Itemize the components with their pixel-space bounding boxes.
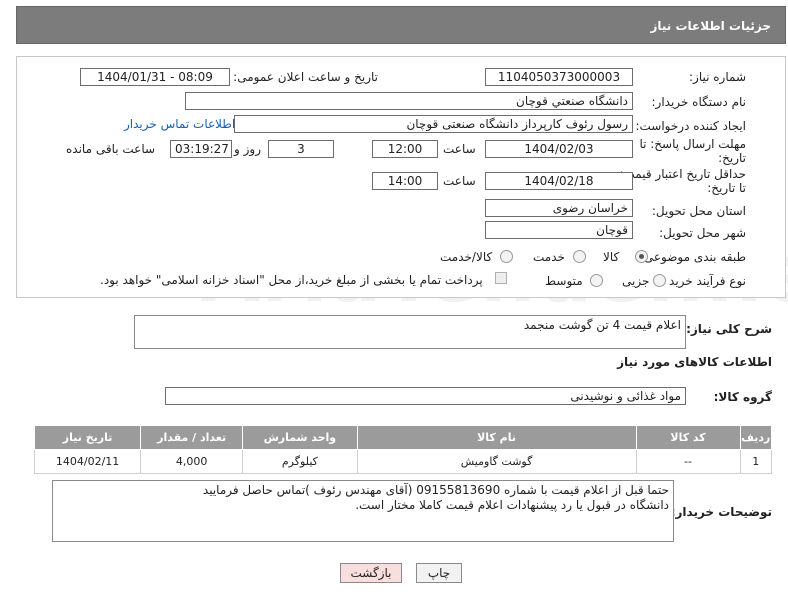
price-validity-label: حداقل تاریخ اعتبار قیمت: <box>619 167 746 181</box>
announce-date-field: 1404/01/31 - 08:09 <box>80 68 230 86</box>
remaining-time-label: ساعت باقی مانده <box>66 142 156 156</box>
days-label: روز و <box>234 142 261 156</box>
buyer-notes-label: توضیحات خریدار: <box>670 505 772 519</box>
need-number-field: 1104050373000003 <box>485 68 633 86</box>
category-label: طبقه بندی موضوعی: <box>639 250 746 264</box>
goods-group-label: گروه کالا: <box>713 390 772 404</box>
validity-date-field: 1404/02/18 <box>485 172 633 190</box>
col-header-goods-code: کد کالا <box>635 425 741 450</box>
process-partial-radio[interactable] <box>653 274 666 287</box>
col-header-goods-name: نام کالا <box>356 425 637 450</box>
announce-date-label: تاریخ و ساعت اعلان عمومی: <box>233 70 378 84</box>
validity-time-field: 14:00 <box>372 172 438 190</box>
category-goods-service-radio[interactable] <box>500 250 513 263</box>
goods-group-field: مواد غذائی و نوشیدنی <box>165 387 686 405</box>
buyer-notes-line-2: دانشگاه در قبول یا رد پیشنهادات اعلام قی… <box>355 498 669 512</box>
buyer-notes-textarea[interactable]: حتما قبل از اعلام قیمت با شماره 09155813… <box>52 480 674 542</box>
description-textarea[interactable]: اعلام قیمت 4 تن گوشت منجمد <box>134 315 686 349</box>
city-field: قوچان <box>485 221 633 239</box>
province-field: خراسان رضوی <box>485 199 633 217</box>
deadline-time-field: 12:00 <box>372 140 438 158</box>
validity-time-label: ساعت <box>443 174 476 188</box>
print-button[interactable]: چاپ <box>416 563 462 583</box>
need-number-label: شماره نیاز: <box>689 70 746 84</box>
deadline-label: مهلت ارسال پاسخ: تا <box>639 137 746 151</box>
cell-need-date: 1404/02/11 <box>33 449 142 474</box>
page-header: جزئیات اطلاعات نیاز <box>16 6 786 44</box>
buyer-org-label: نام دستگاه خریدار: <box>651 95 747 109</box>
process-medium-radio[interactable] <box>590 274 603 287</box>
province-label: استان محل تحویل: <box>651 204 746 218</box>
goods-table: ردیف کد کالا نام کالا واحد شمارش تعداد /… <box>33 425 773 474</box>
category-goods-service-label: کالا/خدمت <box>440 250 493 264</box>
cell-goods-name: گوشت گاومیش <box>356 449 637 474</box>
goods-table-header: ردیف کد کالا نام کالا واحد شمارش تعداد /… <box>33 425 773 450</box>
table-row: 1 -- گوشت گاومیش کیلوگرم 4,000 1404/02/1… <box>33 449 773 474</box>
treasury-payment-checkbox[interactable] <box>495 272 507 284</box>
price-validity-date-label: تا تاریخ: <box>707 181 746 195</box>
back-button[interactable]: بازگشت <box>340 563 402 583</box>
remaining-days-field: 3 <box>268 140 334 158</box>
cell-unit: کیلوگرم <box>242 449 358 474</box>
process-medium-label: متوسط <box>545 274 583 288</box>
process-partial-label: جزیی <box>622 274 650 288</box>
remaining-time-field: 03:19:27 <box>170 140 232 158</box>
deadline-date-label: تاریخ: <box>718 151 746 165</box>
col-header-need-date: تاریخ نیاز <box>33 425 142 450</box>
col-header-quantity: تعداد / مقدار <box>140 425 244 450</box>
buyer-org-field: دانشگاه صنعتي قوچان <box>185 92 633 110</box>
city-label: شهر محل تحویل: <box>659 226 746 240</box>
buyer-contact-link[interactable]: اطلاعات تماس خریدار <box>124 117 235 131</box>
category-service-radio[interactable] <box>573 250 586 263</box>
col-header-row-number: ردیف <box>739 425 773 450</box>
buyer-notes-line-1: حتما قبل از اعلام قیمت با شماره 09155813… <box>202 483 669 497</box>
creator-label: ایجاد کننده درخواست: <box>635 119 746 133</box>
deadline-time-label: ساعت <box>443 142 476 156</box>
cell-quantity: 4,000 <box>140 449 244 474</box>
deadline-date-field: 1404/02/03 <box>485 140 633 158</box>
page-title: جزئیات اطلاعات نیاز <box>650 19 771 33</box>
goods-section-title: اطلاعات کالاهای مورد نیاز <box>617 355 772 369</box>
cell-goods-code: -- <box>635 449 741 474</box>
description-label: شرح کلی نیاز: <box>686 322 772 336</box>
cell-row-number: 1 <box>739 449 773 474</box>
category-service-label: خدمت <box>533 250 565 264</box>
creator-field: رسول رئوف کارپرداز دانشگاه صنعتی قوچان <box>234 115 633 133</box>
treasury-payment-note: پرداخت تمام یا بخشی از مبلغ خرید،از محل … <box>100 273 483 287</box>
category-goods-radio[interactable] <box>635 250 648 263</box>
process-type-label: نوع فرآیند خرید : <box>661 274 746 288</box>
col-header-unit: واحد شمارش <box>242 425 358 450</box>
category-goods-label: کالا <box>603 250 620 264</box>
